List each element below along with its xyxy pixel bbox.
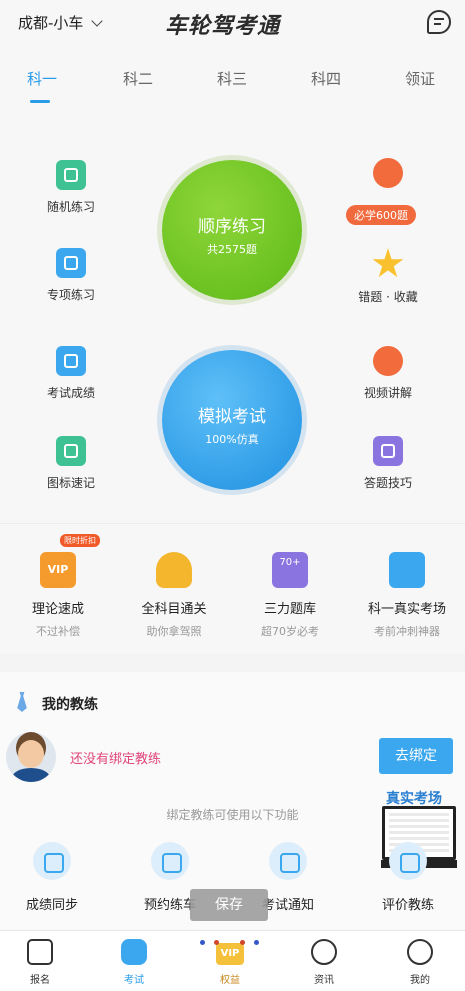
dot-red [214, 940, 219, 945]
tabbar-exam[interactable]: 考试 [104, 939, 164, 986]
dot-blue [200, 940, 205, 945]
tie-icon [17, 692, 27, 712]
three-abilities-label: 三力题库 [263, 602, 316, 617]
theory-sub: 不过补偿 [36, 625, 80, 638]
exam-score-label: 考试成绩 [46, 386, 95, 400]
theory-fast[interactable]: VIP 理论速成 不过补偿 [0, 552, 116, 639]
rate-coach[interactable]: 评价教练 [358, 842, 458, 913]
tab-indicator [30, 100, 50, 103]
tab-license[interactable]: 领证 [390, 68, 450, 89]
exam-score[interactable]: 考试成绩 [26, 346, 116, 401]
mock-sub: 100%仿真 [205, 433, 259, 446]
limited-discount-badge: 限时折扣 [60, 534, 100, 547]
sequence-title: 顺序练习 [198, 217, 266, 237]
wrong-collect-label: 错题 · 收藏 [358, 290, 418, 304]
tabbar-mine[interactable]: 我的 [390, 939, 450, 986]
signup-label: 报名 [30, 975, 50, 986]
answer-tips[interactable]: 答题技巧 [343, 436, 433, 491]
no-coach-text: 还没有绑定教练 [70, 752, 162, 767]
pin-icon [56, 248, 86, 278]
real-exam-sub: 考前冲刺神器 [374, 625, 440, 638]
real-test-label[interactable]: 真实考场 [386, 788, 442, 808]
monitor-icon [389, 552, 425, 588]
real-exam-label: 科一真实考场 [367, 602, 446, 617]
tabbar-signup[interactable]: 报名 [10, 939, 70, 986]
sync-icon [33, 842, 71, 880]
three-abilities[interactable]: 70+ 三力题库 超70岁必考 [232, 552, 348, 639]
practice-panel: 随机练习 专项练习 考试成绩 图标速记 顺序练习 共2575题 模拟考试 100… [0, 108, 465, 523]
bind-coach-button[interactable]: 去绑定 [379, 738, 453, 774]
all-subjects-label: 全科目通关 [141, 602, 207, 617]
tips-label: 答题技巧 [363, 476, 412, 490]
score-sync-label: 成绩同步 [25, 898, 78, 913]
calendar-icon [151, 842, 189, 880]
sequence-practice-button[interactable]: 顺序练习 共2575题 [162, 160, 302, 300]
must-learn[interactable] [343, 158, 433, 196]
mock-exam-button[interactable]: 模拟考试 100%仿真 [162, 350, 302, 490]
app-logo: 车轮驾考通 [165, 14, 281, 39]
badge-crown-icon [156, 552, 192, 588]
book-icon [373, 436, 403, 466]
star-icon [372, 248, 404, 278]
comment-icon [389, 842, 427, 880]
random-label: 随机练习 [46, 200, 95, 214]
smile-icon [407, 939, 433, 965]
dot-blue-2 [254, 940, 259, 945]
subject-tabs: 科一 科二 科三 科四 领证 [0, 48, 465, 108]
sequence-count: 共2575题 [207, 243, 257, 256]
chevron-down-icon [91, 14, 104, 27]
random-practice[interactable]: 随机练习 [26, 160, 116, 215]
save-toast[interactable]: 保存 [190, 889, 268, 921]
avatar [6, 732, 56, 782]
city-label: 成都-小车 [18, 14, 84, 32]
score-sync[interactable]: 成绩同步 [2, 842, 102, 913]
coach-title: 我的教练 [42, 697, 98, 713]
wrong-collect[interactable]: 错题 · 收藏 [343, 248, 433, 305]
real-exam-room[interactable]: 科一真实考场 考前冲刺神器 [349, 552, 465, 639]
edit-icon [56, 346, 86, 376]
video-lecture[interactable]: 视频讲解 [343, 346, 433, 401]
vip-crown-icon: VIP [216, 943, 244, 965]
tabbar-news[interactable]: 资讯 [294, 939, 354, 986]
video-label: 视频讲解 [363, 386, 412, 400]
must-learn-badge[interactable]: 必学600题 [346, 205, 416, 225]
exam-label: 考试 [124, 975, 144, 986]
bottom-tabbar: 报名 考试 VIP 权益 资讯 我的 [0, 930, 465, 991]
play-icon [373, 346, 403, 376]
app-header: 成都-小车 车轮驾考通 [0, 0, 465, 48]
vip-icon: VIP [40, 552, 76, 588]
exam-icon [121, 939, 147, 965]
all-subjects[interactable]: 全科目通关 助你拿驾照 [116, 552, 232, 639]
tabbar-benefits[interactable]: VIP 权益 [200, 939, 260, 986]
mine-label: 我的 [410, 975, 430, 986]
image-icon [56, 436, 86, 466]
alarm-icon [269, 842, 307, 880]
tab-ke4[interactable]: 科四 [296, 68, 356, 89]
tab-ke3[interactable]: 科三 [202, 68, 262, 89]
rate-coach-label: 评价教练 [381, 898, 434, 913]
shuffle-icon [56, 160, 86, 190]
document-70-icon: 70+ [272, 552, 308, 588]
compass-icon [311, 939, 337, 965]
three-abilities-sub: 超70岁必考 [261, 625, 319, 638]
special-label: 专项练习 [46, 288, 95, 302]
mock-title: 模拟考试 [198, 407, 266, 427]
benefits-label: 权益 [220, 975, 240, 986]
icon-memory[interactable]: 图标速记 [26, 436, 116, 491]
news-label: 资讯 [314, 975, 334, 986]
city-selector[interactable]: 成都-小车 [18, 12, 104, 33]
all-subjects-sub: 助你拿驾照 [146, 625, 202, 638]
special-practice[interactable]: 专项练习 [26, 248, 116, 303]
theory-label: 理论速成 [31, 602, 84, 617]
message-icon[interactable] [427, 10, 451, 34]
icon-memory-label: 图标速记 [46, 476, 95, 490]
crown-icon [373, 158, 403, 188]
signup-icon [27, 939, 53, 965]
tab-ke1[interactable]: 科一 [12, 68, 72, 89]
dot-red-2 [240, 940, 245, 945]
tab-ke2[interactable]: 科二 [108, 68, 168, 89]
